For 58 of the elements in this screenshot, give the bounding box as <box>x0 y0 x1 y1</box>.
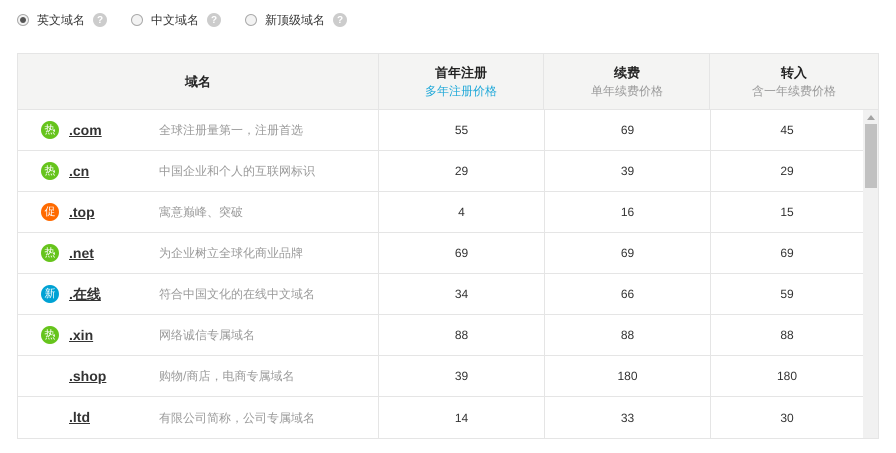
tag-badge: 热 <box>41 244 59 262</box>
scrollbar[interactable] <box>863 110 878 438</box>
domain-description: 中国企业和个人的互联网标识 <box>159 163 315 180</box>
domain-link[interactable]: .在线 <box>69 284 159 304</box>
price-cell-text: 55 <box>454 122 468 139</box>
price-cell-text: 66 <box>620 286 634 303</box>
price-cell-text: 30 <box>780 410 794 426</box>
domain-link[interactable]: .ltd <box>69 407 159 428</box>
price-cell-text: 39 <box>454 368 468 385</box>
domain-description: 全球注册量第一，注册首选 <box>159 122 303 139</box>
domain-type-radio[interactable]: 中文域名 <box>131 11 199 29</box>
column-title: 转入 <box>781 64 808 82</box>
domain-description: 寓意巅峰、突破 <box>159 204 243 221</box>
price-cell-text: 69 <box>620 245 634 262</box>
domain-link[interactable]: .xin <box>69 324 159 346</box>
domain-type-radio[interactable]: 新顶级域名 <box>245 11 325 29</box>
price-cell-text: 88 <box>780 327 794 344</box>
column-title: 续费 <box>614 64 640 82</box>
price-cell-text: 29 <box>454 163 468 180</box>
domain-description: 为企业树立全球化商业品牌 <box>159 245 303 262</box>
column-subtitle: 含一年续费价格 <box>752 83 836 100</box>
scrollbar-thumb[interactable] <box>864 124 876 188</box>
price-cell-text: 180 <box>776 368 798 385</box>
tag-badge: 促 <box>41 203 59 221</box>
domain-type-radio[interactable]: 英文域名 <box>17 11 85 29</box>
price-cell-text: 88 <box>454 327 468 344</box>
domain-description: 有限公司简称，公司专属域名 <box>159 410 315 426</box>
domain-description: 购物/商店，电商专属域名 <box>159 368 294 385</box>
price-cell-text: 14 <box>454 410 468 426</box>
price-cell-text: 69 <box>620 122 634 139</box>
price-cell-text: 88 <box>620 327 634 344</box>
price-cell-text: 34 <box>454 286 468 303</box>
tag-badge: 热 <box>41 162 59 180</box>
tag-badge: 热 <box>41 121 59 139</box>
price-cell-text: 39 <box>620 163 634 180</box>
domain-description: 符合中国文化的在线中文域名 <box>159 286 315 303</box>
domain-link[interactable]: .top <box>69 202 159 222</box>
tag-badge: 新 <box>41 285 59 303</box>
column-title: 首年注册 <box>434 64 487 82</box>
scroll-up-icon[interactable] <box>866 115 874 120</box>
column-subtitle: 单年续费价格 <box>590 83 663 100</box>
price-cell-text: 69 <box>780 245 794 262</box>
price-cell-text: 180 <box>617 368 638 385</box>
price-cell-text: 15 <box>780 204 794 221</box>
price-cell-text: 45 <box>780 122 794 139</box>
price-cell-text: 59 <box>780 286 794 303</box>
price-cell-text: 4 <box>458 204 465 221</box>
tag-badge: 热 <box>41 326 59 344</box>
price-cell-text: 33 <box>620 410 634 426</box>
price-cell-text: 29 <box>780 163 794 180</box>
column-title: 域名 <box>184 72 211 91</box>
price-cell-text: 69 <box>454 245 468 262</box>
domain-link[interactable]: .cn <box>69 160 159 182</box>
domain-link[interactable]: .net <box>69 242 159 264</box>
domain-link[interactable]: .com <box>69 120 159 140</box>
price-cell-text: 16 <box>620 204 634 221</box>
domain-description: 网络诚信专属域名 <box>159 327 255 344</box>
domain-link[interactable]: .shop <box>69 366 159 386</box>
